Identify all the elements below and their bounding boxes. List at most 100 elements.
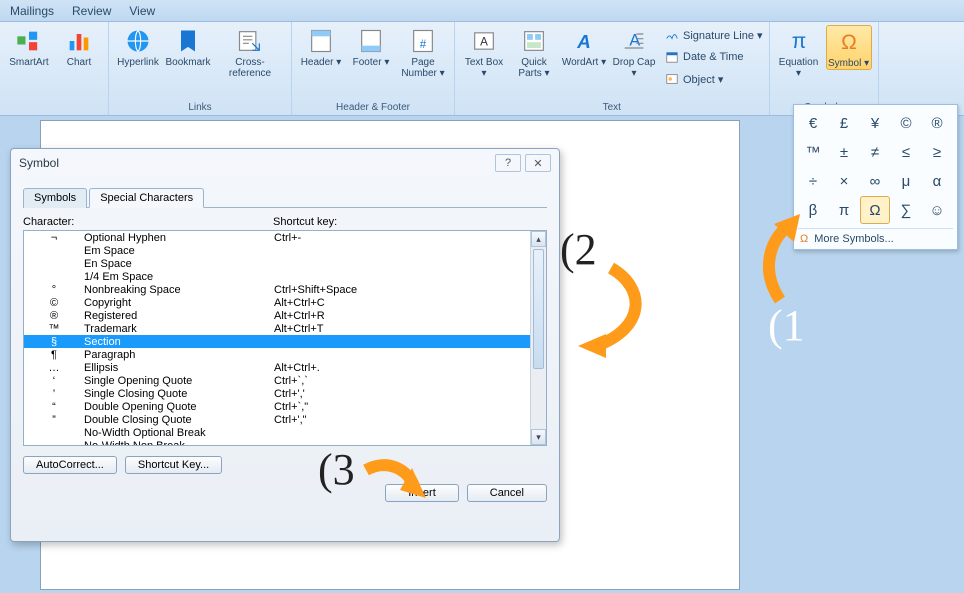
symbol-cell[interactable]: ™ <box>798 138 828 166</box>
symbol-dialog: Symbol ? ✕ Symbols Special Characters Ch… <box>10 148 560 542</box>
chart-button[interactable]: Chart <box>56 25 102 68</box>
more-symbols-item[interactable]: Ω More Symbols... <box>798 228 953 247</box>
symbol-cell[interactable]: ☺ <box>922 196 952 224</box>
svg-text:A: A <box>480 36 488 49</box>
list-item[interactable]: ©CopyrightAlt+Ctrl+C <box>24 296 530 309</box>
tab-special-characters[interactable]: Special Characters <box>89 188 204 208</box>
header-icon <box>307 27 335 55</box>
tab-review[interactable]: Review <box>72 4 111 18</box>
wordart-icon: A <box>570 27 598 55</box>
scroll-up-button[interactable]: ▴ <box>531 231 546 247</box>
header-button[interactable]: Header ▾ <box>298 25 344 68</box>
scrollbar[interactable]: ▴ ▾ <box>530 231 546 445</box>
datetime-button[interactable]: Date & Time <box>665 47 763 67</box>
list-item[interactable]: 1/4 Em Space <box>24 270 530 283</box>
list-item[interactable]: En Space <box>24 257 530 270</box>
signature-icon <box>665 28 679 42</box>
symbol-cell[interactable]: × <box>829 167 859 195</box>
svg-text:#: # <box>420 38 427 51</box>
symbol-cell[interactable]: μ <box>891 167 921 195</box>
dialog-titlebar[interactable]: Symbol ? ✕ <box>11 149 559 177</box>
col-character: Character: <box>23 216 273 228</box>
textbox-button[interactable]: A Text Box ▾ <box>461 25 507 79</box>
character-listbox[interactable]: ¬Optional HyphenCtrl+-Em SpaceEn Space1/… <box>23 230 547 446</box>
omega-icon: Ω <box>800 233 808 245</box>
symbol-cell[interactable]: ≤ <box>891 138 921 166</box>
bookmark-button[interactable]: Bookmark <box>165 25 211 68</box>
signatureline-button[interactable]: Signature Line ▾ <box>665 25 763 45</box>
list-item[interactable]: §Section <box>24 335 530 348</box>
omega-icon: Ω <box>835 28 863 56</box>
pagenumber-button[interactable]: # Page Number ▾ <box>398 25 448 79</box>
bookmark-icon <box>174 27 202 55</box>
symbol-dropdown: €£¥©®™±≠≤≥÷×∞μαβπΩ∑☺ Ω More Symbols... <box>793 104 958 250</box>
ribbon: SmartArt Chart Hyperlink Bookmark Cross-… <box>0 22 964 116</box>
symbol-cell[interactable]: ± <box>829 138 859 166</box>
smartart-icon <box>15 27 43 55</box>
symbol-cell[interactable]: Ω <box>860 196 890 224</box>
list-item[interactable]: ‘Single Opening QuoteCtrl+`,` <box>24 374 530 387</box>
autocorrect-button[interactable]: AutoCorrect... <box>23 456 117 474</box>
symbol-cell[interactable]: ∑ <box>891 196 921 224</box>
pi-icon: π <box>785 27 813 55</box>
symbol-cell[interactable]: £ <box>829 109 859 137</box>
list-item[interactable]: “Double Opening QuoteCtrl+`," <box>24 400 530 413</box>
symbol-cell[interactable]: α <box>922 167 952 195</box>
ribbon-tabs: Mailings Review View <box>0 0 964 22</box>
list-item[interactable]: No-Width Non Break <box>24 439 530 446</box>
symbol-button[interactable]: Ω Symbol ▾ <box>826 25 872 70</box>
tab-mailings[interactable]: Mailings <box>10 4 54 18</box>
group-label-text: Text <box>461 101 763 115</box>
symbol-cell[interactable]: € <box>798 109 828 137</box>
symbol-cell[interactable]: ≥ <box>922 138 952 166</box>
group-label-headerfooter: Header & Footer <box>298 101 448 115</box>
symbol-cell[interactable]: ÷ <box>798 167 828 195</box>
list-item[interactable]: ”Double Closing QuoteCtrl+'," <box>24 413 530 426</box>
wordart-button[interactable]: A WordArt ▾ <box>561 25 607 68</box>
tab-view[interactable]: View <box>129 4 155 18</box>
symbol-cell[interactable]: π <box>829 196 859 224</box>
crossref-button[interactable]: Cross-reference <box>215 25 285 79</box>
cancel-button[interactable]: Cancel <box>467 484 547 502</box>
quickparts-icon <box>520 27 548 55</box>
list-item[interactable]: No-Width Optional Break <box>24 426 530 439</box>
symbol-cell[interactable]: ≠ <box>860 138 890 166</box>
group-symbols: π Equation ▾ Ω Symbol ▾ Symbols <box>770 22 879 115</box>
hyperlink-button[interactable]: Hyperlink <box>115 25 161 68</box>
tab-symbols-dlg[interactable]: Symbols <box>23 188 87 208</box>
dropcap-button[interactable]: A Drop Cap ▾ <box>611 25 657 79</box>
group-label-links: Links <box>115 101 285 115</box>
footer-button[interactable]: Footer ▾ <box>348 25 394 68</box>
group-links: Hyperlink Bookmark Cross-reference Links <box>109 22 292 115</box>
crossref-icon <box>236 27 264 55</box>
list-item[interactable]: ’Single Closing QuoteCtrl+',' <box>24 387 530 400</box>
symbol-cell[interactable]: ∞ <box>860 167 890 195</box>
list-item[interactable]: °Nonbreaking SpaceCtrl+Shift+Space <box>24 283 530 296</box>
list-item[interactable]: …EllipsisAlt+Ctrl+. <box>24 361 530 374</box>
help-button[interactable]: ? <box>495 154 521 172</box>
symbol-cell[interactable]: ® <box>922 109 952 137</box>
list-item[interactable]: ¬Optional HyphenCtrl+- <box>24 231 530 244</box>
object-icon <box>665 72 679 86</box>
insert-button[interactable]: Insert <box>385 484 459 502</box>
scroll-thumb[interactable] <box>533 249 544 369</box>
pagenumber-icon: # <box>409 27 437 55</box>
scroll-down-button[interactable]: ▾ <box>531 429 546 445</box>
shortcutkey-button[interactable]: Shortcut Key... <box>125 456 222 474</box>
list-item[interactable]: Em Space <box>24 244 530 257</box>
list-item[interactable]: ®RegisteredAlt+Ctrl+R <box>24 309 530 322</box>
equation-button[interactable]: π Equation ▾ <box>776 25 822 79</box>
close-button[interactable]: ✕ <box>525 154 551 172</box>
calendar-icon <box>665 50 679 64</box>
group-illustrations: SmartArt Chart <box>0 22 109 115</box>
svg-text:π: π <box>791 30 806 53</box>
list-item[interactable]: ¶Paragraph <box>24 348 530 361</box>
symbol-cell[interactable]: β <box>798 196 828 224</box>
smartart-button[interactable]: SmartArt <box>6 25 52 68</box>
quickparts-button[interactable]: Quick Parts ▾ <box>511 25 557 79</box>
object-button[interactable]: Object ▾ <box>665 69 763 89</box>
symbol-cell[interactable]: ¥ <box>860 109 890 137</box>
list-item[interactable]: ™TrademarkAlt+Ctrl+T <box>24 322 530 335</box>
group-headerfooter: Header ▾ Footer ▾ # Page Number ▾ Header… <box>292 22 455 115</box>
symbol-cell[interactable]: © <box>891 109 921 137</box>
